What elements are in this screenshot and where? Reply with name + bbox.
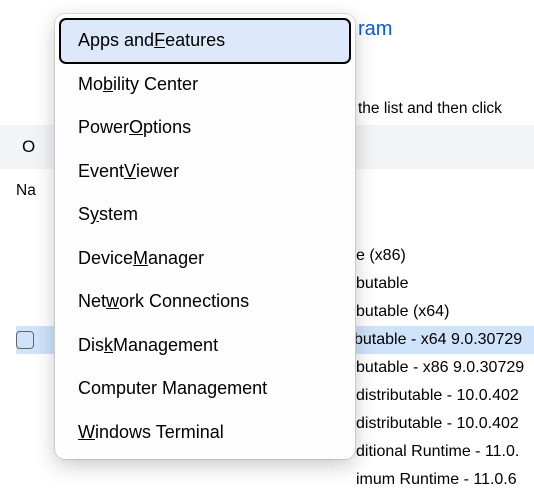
menu-item-post: stem <box>99 204 138 225</box>
menu-item-post: anager <box>148 248 204 269</box>
menu-item-post: ptions <box>143 117 191 138</box>
menu-item-accelerator: F <box>154 30 165 51</box>
menu-item-pre: Dis <box>78 335 104 356</box>
link-program-partial[interactable]: ram <box>358 18 392 40</box>
menu-item-accelerator: b <box>103 74 113 95</box>
menu-item-accelerator: W <box>78 422 95 443</box>
menu-item-windows-terminal[interactable]: Windows Terminal <box>60 411 350 455</box>
menu-item-disk-management[interactable]: Disk Management <box>60 324 350 368</box>
menu-item-post: eatures <box>165 30 225 51</box>
menu-item-pre: Net <box>78 291 106 312</box>
menu-item-post: Management <box>113 335 218 356</box>
menu-item-post: ork Connections <box>119 291 249 312</box>
menu-item-device-manager[interactable]: Device Manager <box>60 237 350 281</box>
column-header-name[interactable]: Na <box>16 182 36 200</box>
menu-item-post: iewer <box>136 161 179 182</box>
menu-item-accelerator: M <box>133 248 148 269</box>
menu-item-post: ility Center <box>113 74 198 95</box>
winx-context-menu: Apps and FeaturesMobility CenterPower Op… <box>55 14 355 459</box>
menu-item-system[interactable]: System <box>60 193 350 237</box>
menu-item-pre: Event <box>78 161 124 182</box>
menu-item-event-viewer[interactable]: Event Viewer <box>60 150 350 194</box>
menu-item-accelerator: y <box>90 204 99 225</box>
list-item-label: butable - x64 9.0.30729 <box>354 331 522 349</box>
menu-item-pre: S <box>78 204 90 225</box>
menu-item-network-connections[interactable]: Network Connections <box>60 280 350 324</box>
menu-item-pre: Power <box>78 117 129 138</box>
menu-item-post: indows Terminal <box>95 422 224 443</box>
list-item[interactable]: imum Runtime - 11.0.6 <box>16 466 534 494</box>
organize-label-partial: O <box>22 137 35 157</box>
menu-item-mobility-center[interactable]: Mobility Center <box>60 63 350 107</box>
menu-item-accelerator: k <box>104 335 113 356</box>
help-text-partial: the list and then click <box>358 100 502 118</box>
menu-item-post: ement <box>217 378 267 399</box>
menu-item-accelerator: O <box>129 117 143 138</box>
menu-item-accelerator: w <box>106 291 119 312</box>
menu-item-pre: Mo <box>78 74 103 95</box>
menu-item-pre: Device <box>78 248 133 269</box>
menu-item-accelerator: g <box>207 378 217 399</box>
menu-item-power-options[interactable]: Power Options <box>60 106 350 150</box>
menu-item-apps-and-features[interactable]: Apps and Features <box>60 19 350 63</box>
menu-item-pre: Computer Mana <box>78 378 207 399</box>
menu-item-accelerator: V <box>124 161 136 182</box>
menu-item-pre: Apps and <box>78 30 154 51</box>
menu-item-computer-management[interactable]: Computer Management <box>60 367 350 411</box>
